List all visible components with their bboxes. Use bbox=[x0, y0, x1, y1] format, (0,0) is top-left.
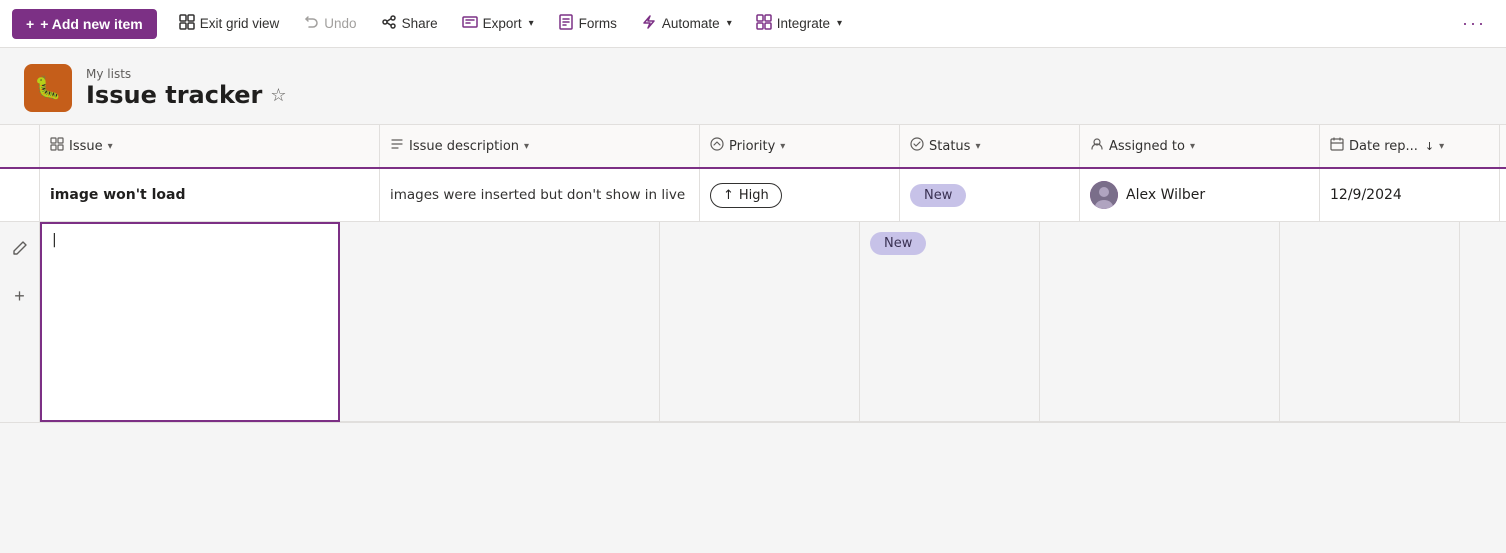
integrate-icon bbox=[756, 14, 772, 33]
cell-issue-input[interactable] bbox=[40, 222, 340, 422]
grid-header: Issue ▾ Issue description ▾ Priority ▾ bbox=[0, 125, 1506, 169]
share-label: Share bbox=[402, 16, 438, 31]
status-badge-1: New bbox=[910, 184, 966, 207]
priority-col-icon bbox=[710, 137, 724, 155]
export-icon bbox=[462, 14, 478, 33]
col-header-date[interactable]: Date rep... ↓ ▾ bbox=[1320, 125, 1500, 167]
status-col-icon bbox=[910, 137, 924, 155]
desc-col-icon bbox=[390, 137, 404, 155]
priority-up-arrow-icon: ↑ bbox=[723, 188, 734, 203]
share-icon bbox=[381, 14, 397, 33]
issue-title-1: image won't load bbox=[50, 187, 185, 203]
cell-description-1[interactable]: images were inserted but don't show in l… bbox=[380, 169, 700, 221]
col-status-chevron: ▾ bbox=[975, 141, 980, 152]
cell-assigned-empty[interactable] bbox=[1040, 222, 1280, 422]
share-button[interactable]: Share bbox=[371, 8, 448, 39]
cell-priority-1[interactable]: ↑ High bbox=[700, 169, 900, 221]
col-header-issue[interactable]: Issue ▾ bbox=[40, 125, 380, 167]
cell-status-1[interactable]: New bbox=[900, 169, 1080, 221]
cell-assigned-1[interactable]: Alex Wilber bbox=[1080, 169, 1320, 221]
col-header-priority[interactable]: Priority ▾ bbox=[700, 125, 900, 167]
priority-value-1: High bbox=[739, 188, 769, 203]
undo-label: Undo bbox=[324, 16, 356, 31]
pencil-icon bbox=[12, 240, 28, 261]
col-priority-chevron: ▾ bbox=[780, 141, 785, 152]
forms-button[interactable]: Forms bbox=[548, 8, 627, 39]
grid-icon bbox=[179, 14, 195, 33]
add-row-button[interactable]: + bbox=[2, 278, 38, 314]
add-new-item-label: + Add new item bbox=[40, 16, 143, 32]
col-assigned-chevron: ▾ bbox=[1190, 141, 1195, 152]
cell-priority-empty[interactable] bbox=[660, 222, 860, 422]
date-col-icon bbox=[1330, 137, 1344, 155]
text-cursor bbox=[52, 232, 57, 248]
col-header-assigned[interactable]: Assigned to ▾ bbox=[1080, 125, 1320, 167]
row-side-actions: + bbox=[0, 222, 40, 422]
cell-desc-empty[interactable] bbox=[340, 222, 660, 422]
col-priority-label: Priority bbox=[729, 139, 775, 154]
automate-label: Automate bbox=[662, 16, 720, 31]
plus-icon: + bbox=[14, 286, 25, 307]
automate-icon bbox=[641, 14, 657, 33]
header-title-row: Issue tracker ☆ bbox=[86, 81, 287, 109]
priority-badge-1: ↑ High bbox=[710, 183, 782, 208]
assigned-col-icon bbox=[1090, 137, 1104, 155]
table-row: image won't load images were inserted bu… bbox=[0, 169, 1506, 222]
plus-icon: + bbox=[26, 16, 34, 32]
export-label: Export bbox=[483, 16, 522, 31]
integrate-chevron: ▾ bbox=[837, 18, 842, 29]
automate-button[interactable]: Automate ▾ bbox=[631, 8, 742, 39]
editing-cells: New bbox=[40, 222, 1506, 422]
assignee-name-1: Alex Wilber bbox=[1126, 187, 1205, 203]
favorite-star-icon[interactable]: ☆ bbox=[270, 85, 286, 106]
issue-col-icon bbox=[50, 137, 64, 155]
bug-icon: 🐛 bbox=[34, 76, 61, 101]
export-chevron: ▾ bbox=[529, 18, 534, 29]
issue-description-1: images were inserted but don't show in l… bbox=[390, 186, 685, 205]
col-header-rownum bbox=[0, 125, 40, 167]
add-new-item-button[interactable]: + + Add new item bbox=[12, 9, 157, 39]
automate-chevron: ▾ bbox=[727, 18, 732, 29]
grid-area: Issue ▾ Issue description ▾ Priority ▾ bbox=[0, 124, 1506, 423]
row-number-1 bbox=[0, 169, 40, 221]
col-header-status[interactable]: Status ▾ bbox=[900, 125, 1080, 167]
export-button[interactable]: Export ▾ bbox=[452, 8, 544, 39]
col-desc-chevron: ▾ bbox=[524, 141, 529, 152]
page-header: 🐛 My lists Issue tracker ☆ bbox=[0, 48, 1506, 124]
cell-status-new[interactable]: New bbox=[860, 222, 1040, 422]
cell-issue-1[interactable]: image won't load bbox=[40, 169, 380, 221]
cell-date-empty[interactable] bbox=[1280, 222, 1460, 422]
cell-date-1[interactable]: 12/9/2024 bbox=[1320, 169, 1500, 221]
col-status-label: Status bbox=[929, 139, 970, 154]
col-header-description[interactable]: Issue description ▾ bbox=[380, 125, 700, 167]
col-assigned-label: Assigned to bbox=[1109, 139, 1185, 154]
integrate-label: Integrate bbox=[777, 16, 830, 31]
col-issue-label: Issue bbox=[69, 139, 103, 154]
more-icon: ··· bbox=[1462, 13, 1486, 33]
forms-icon bbox=[558, 14, 574, 33]
header-text: My lists Issue tracker ☆ bbox=[86, 67, 287, 109]
undo-icon bbox=[303, 14, 319, 33]
col-description-label: Issue description bbox=[409, 139, 519, 154]
exit-grid-label: Exit grid view bbox=[200, 16, 280, 31]
toolbar: + + Add new item Exit grid view Undo bbox=[0, 0, 1506, 48]
col-date-chevron: ▾ bbox=[1439, 141, 1444, 152]
editing-status-badge: New bbox=[870, 232, 926, 255]
breadcrumb: My lists bbox=[86, 67, 287, 81]
date-value-1: 12/9/2024 bbox=[1330, 187, 1402, 203]
forms-label: Forms bbox=[579, 16, 617, 31]
col-date-label: Date rep... bbox=[1349, 139, 1418, 154]
assignee-cell-1: Alex Wilber bbox=[1090, 181, 1205, 209]
col-issue-chevron: ▾ bbox=[108, 141, 113, 152]
exit-grid-button[interactable]: Exit grid view bbox=[169, 8, 290, 39]
more-options-button[interactable]: ··· bbox=[1454, 7, 1494, 40]
integrate-button[interactable]: Integrate ▾ bbox=[746, 8, 852, 39]
app-icon: 🐛 bbox=[24, 64, 72, 112]
editing-row-wrapper: + New bbox=[0, 222, 1506, 423]
undo-button[interactable]: Undo bbox=[293, 8, 366, 39]
edit-row-button[interactable] bbox=[2, 232, 38, 268]
avatar-1 bbox=[1090, 181, 1118, 209]
page-title: Issue tracker bbox=[86, 81, 262, 109]
col-date-sort-icon: ↓ bbox=[1425, 140, 1434, 153]
